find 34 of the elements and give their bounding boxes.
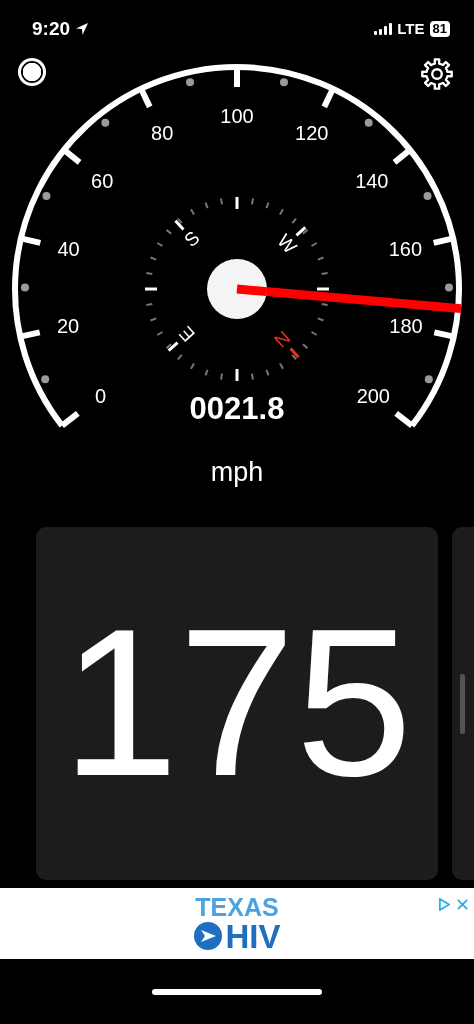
- needle-base: [236, 284, 268, 297]
- compass-letter: W: [273, 230, 301, 258]
- play-circle-icon: [193, 921, 224, 952]
- scale-label: 60: [91, 169, 114, 192]
- scale-label: 40: [57, 238, 80, 261]
- location-arrow-icon: [75, 21, 90, 36]
- scale-label: 80: [151, 122, 174, 145]
- compass-letter: E: [174, 322, 199, 347]
- compass-letter: N: [270, 327, 295, 352]
- scale-label: 100: [220, 105, 254, 128]
- compass-tick: [174, 220, 185, 231]
- compass-tick: [289, 347, 300, 359]
- scale-label: 180: [389, 315, 423, 338]
- scale-label: 160: [388, 238, 423, 261]
- settings-icon[interactable]: [420, 57, 454, 92]
- network-type: LTE: [397, 20, 425, 38]
- scale-label: 200: [356, 384, 390, 407]
- unit-label: mph: [209, 457, 265, 490]
- compass-tick: [167, 341, 179, 353]
- signal-icon: [374, 22, 393, 35]
- scale-label: 120: [295, 122, 329, 145]
- scale-label: 20: [56, 315, 80, 338]
- ad-logo-text: HIV: [225, 919, 281, 953]
- battery-level: 81: [429, 20, 450, 37]
- digital-reading: 0021.8: [189, 391, 285, 427]
- record-button[interactable]: [18, 58, 46, 87]
- scale-label: 140: [355, 169, 389, 192]
- scale-label: 0: [95, 384, 107, 407]
- scroll-indicator: [460, 673, 465, 734]
- large-value: 175: [61, 598, 413, 809]
- compass-letter: S: [180, 227, 204, 252]
- needle-hub: [207, 259, 267, 320]
- status-time: 9:20: [32, 17, 71, 40]
- ad-logo-text: TEXAS: [195, 894, 279, 920]
